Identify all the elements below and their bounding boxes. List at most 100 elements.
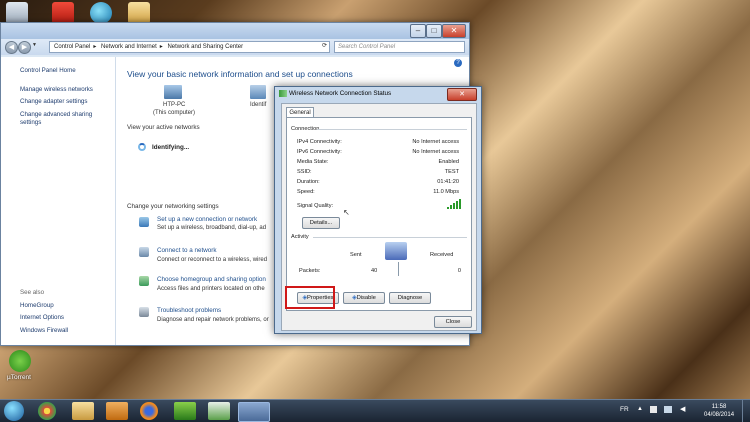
signal-bars-icon [447,198,463,209]
connection-group-header: Connection [291,126,320,132]
address-bar: ◀ ▶ ▼ Control Panel ▸ Network and Interne… [1,39,469,55]
dialog-close-x-button[interactable]: ✕ [447,88,477,101]
speed-label: Speed: [297,189,315,195]
general-panel: Connection IPv4 Connectivity: No Interne… [286,117,472,311]
connect-network-icon [139,247,149,257]
network-center-taskbar-icon[interactable] [238,402,270,422]
recycle-bin-icon[interactable] [6,2,28,24]
minimize-button[interactable]: – [410,24,426,38]
nav-control-panel-home[interactable]: Control Panel Home [20,67,76,74]
see-also-internet-options[interactable]: Internet Options [20,314,64,321]
dialog-title: Wireless Network Connection Status [289,90,392,97]
camtasia-icon[interactable] [174,402,196,420]
utorrent-icon[interactable] [9,350,31,372]
task-setup-connection-link[interactable]: Set up a new connection or network [157,216,257,223]
disable-button-label: Disable [356,295,376,301]
close-button[interactable]: Close [434,316,472,328]
recent-pages-dropdown[interactable]: ▼ [32,42,37,48]
task-troubleshoot-desc: Diagnose and repair network problems, or [157,317,269,323]
taskbar: FR ▲ ◀ 11:58 04/08/2014 [0,399,750,422]
chrome-icon[interactable] [38,402,56,420]
nav-advanced-sharing[interactable]: Change advanced sharing settings [20,111,108,127]
computer-icon [164,85,182,99]
nav-change-adapter[interactable]: Change adapter settings [20,98,87,105]
disable-button[interactable]: ◈Disable [343,292,385,304]
start-button[interactable] [4,401,24,421]
globe-icon[interactable] [90,2,112,24]
speed-value: 11.0 Mbps [433,189,459,195]
activity-divider [313,237,467,238]
address-field[interactable]: Control Panel ▸ Network and Internet ▸ Net… [49,41,330,53]
clock-time: 11:58 [711,404,727,410]
media-state-value: Enabled [438,159,459,165]
received-label: Received [430,252,454,258]
troubleshoot-icon [139,307,149,317]
tray-arrow-icon[interactable]: ▲ [637,406,643,412]
acrobat-icon[interactable] [52,2,74,24]
network-tray-icon[interactable] [664,406,672,413]
media-state-label: Media State: [297,159,329,165]
task-connect-link[interactable]: Connect to a network [157,247,217,254]
clock-date: 04/08/2014 [704,412,735,418]
ipv6-value: No Internet access [412,149,459,155]
connection-divider [317,129,467,130]
duration-label: Duration: [297,179,320,185]
ssid-label: SSID: [297,169,312,175]
media-player-icon[interactable] [106,402,128,420]
see-also-firewall[interactable]: Windows Firewall [20,327,68,334]
diagnose-button[interactable]: Diagnose [389,292,431,304]
computer-name: HTP-PC [163,102,186,108]
new-connection-icon [139,217,149,227]
ipv4-value: No Internet access [412,139,459,145]
language-indicator[interactable]: FR [620,406,629,413]
search-input[interactable]: Search Control Panel [334,41,465,53]
ipv6-label: IPv6 Connectivity: [297,149,342,155]
sent-label: Sent [350,252,362,258]
see-also-homegroup[interactable]: HomeGroup [20,302,54,309]
show-desktop-button[interactable] [742,400,750,422]
maximize-button[interactable]: □ [426,24,442,38]
change-settings-header: Change your networking settings [127,203,219,210]
flag-icon[interactable] [650,406,657,413]
breadcrumb-sharing-center[interactable]: Network and Sharing Center [167,44,243,50]
close-window-button[interactable]: ✕ [442,24,466,38]
wireless-signal-icon [279,90,287,97]
ipv4-label: IPv4 Connectivity: [297,139,342,145]
folder-icon[interactable] [128,2,150,24]
refresh-button[interactable]: ⟳ [322,42,327,49]
ssid-value: TEST [444,169,459,175]
back-button[interactable]: ◀ [5,41,18,54]
properties-highlight-box [285,286,335,309]
packets-label: Packets: [299,268,321,274]
clock[interactable]: 11:58 04/08/2014 [704,403,734,419]
identifying-label: Identif [250,102,267,108]
forward-button[interactable]: ▶ [18,41,31,54]
computer-sub: (This computer) [153,110,196,116]
nav-manage-wireless[interactable]: Manage wireless networks [20,86,93,93]
camtasia-recorder-icon[interactable] [208,402,230,420]
active-networks-header: View your active networks [127,124,200,131]
utorrent-label: µTorrent [7,374,31,381]
see-also-title: See also [20,289,45,296]
homegroup-icon [139,276,149,286]
task-homegroup-link[interactable]: Choose homegroup and sharing option [157,276,266,283]
duration-value: 01:41:20 [437,179,459,185]
help-icon[interactable]: ? [454,59,462,67]
volume-icon[interactable]: ◀ [680,405,685,413]
breadcrumb-network-internet[interactable]: Network and Internet [101,44,157,50]
network-icon [250,85,266,99]
left-nav-pane: Control Panel Home Manage wireless netwo… [1,57,116,345]
loading-spinner-icon [138,143,146,151]
explorer-icon[interactable] [72,402,94,420]
identifying-status: Identifying... [152,144,190,151]
breadcrumb-control-panel[interactable]: Control Panel [54,44,90,50]
task-homegroup-desc: Access files and printers located on oth… [157,286,265,292]
task-setup-connection-desc: Set up a wireless, broadband, dial-up, a… [157,225,267,231]
window-titlebar[interactable]: – □ ✕ [1,23,469,39]
task-troubleshoot-link[interactable]: Troubleshoot problems [157,307,221,314]
details-button[interactable]: Details... [302,217,340,229]
firefox-icon[interactable] [140,402,158,420]
packets-sent-value: 40 [371,268,378,274]
activity-separator [398,262,399,276]
activity-group-header: Activity [291,234,309,240]
